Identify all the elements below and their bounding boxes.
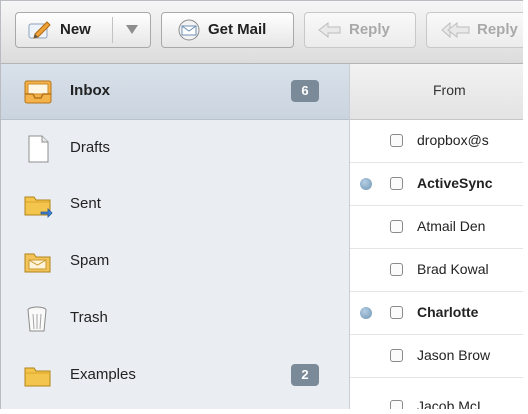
new-button[interactable]: New [15,12,151,48]
row-checkbox[interactable] [390,220,403,233]
dropdown-arrow-icon[interactable] [126,25,138,34]
row-checkbox[interactable] [390,306,403,319]
table-row[interactable]: ActiveSync [350,163,523,206]
document-icon [28,135,49,163]
folder-sidebar: Inbox 6 Drafts Sent Spam Trash Examples … [1,64,350,409]
reply-button[interactable]: Reply [304,12,416,48]
row-checkbox[interactable] [390,177,403,190]
table-row[interactable]: Brad Kowal [350,249,523,292]
sender-name: Brad Kowal [417,261,489,277]
sender-name: Atmail Den [417,218,486,234]
get-mail-label: Get Mail [208,21,267,38]
table-row[interactable]: Atmail Den [350,206,523,249]
folder-icon [24,367,51,387]
sidebar-item-label: Examples [70,366,136,383]
new-button-divider [112,17,113,43]
table-row[interactable]: Jacob McI [350,378,523,409]
inbox-icon [24,80,52,104]
unread-count-badge: 6 [291,80,319,102]
sidebar-item-label: Drafts [70,139,111,156]
unread-dot-icon [360,307,372,319]
sender-name: dropbox@s [417,132,489,148]
sidebar-item-label: Inbox [70,82,110,99]
sidebar-item-spam[interactable]: Spam [1,234,349,290]
column-header-label: From [433,82,466,98]
unread-dot-icon [360,178,372,190]
sender-name: ActiveSync [417,175,493,191]
reply-label: Reply [349,21,390,38]
sidebar-item-examples[interactable]: Examples 2 [1,348,349,404]
message-list: From dropbox@s ActiveSync Atmail Den Bra… [350,64,523,409]
spam-folder-icon [24,253,51,273]
new-button-label: New [60,21,91,38]
sidebar-item-trash[interactable]: Trash [1,291,349,347]
reply-arrow-icon [318,21,341,39]
compose-pencil-icon [28,21,51,39]
reply-all-button[interactable]: Reply [426,12,523,48]
mail-client-window: New Get Mail Reply Reply Inbox 6 Drafts … [0,0,523,409]
unread-count-badge: 2 [291,364,319,386]
reply-all-arrow-icon [441,21,470,39]
row-checkbox[interactable] [390,400,403,409]
sender-name: Charlotte [417,304,479,320]
sender-name: Jason Brow [417,347,491,363]
get-mail-icon [178,19,200,41]
sidebar-item-label: Trash [70,309,108,326]
reply-all-label: Reply [477,21,518,38]
toolbar: New Get Mail Reply Reply [1,1,523,64]
get-mail-button[interactable]: Get Mail [161,12,294,48]
table-row[interactable]: Jason Brow [350,335,523,378]
sidebar-item-label: Spam [70,252,110,269]
table-row[interactable]: Charlotte [350,292,523,335]
sidebar-item-label: Sent [70,195,101,212]
table-row[interactable]: dropbox@s [350,120,523,163]
trash-can-icon [27,306,47,332]
sidebar-item-sent[interactable]: Sent [1,177,349,233]
row-checkbox[interactable] [390,263,403,276]
sent-folder-icon [24,196,53,218]
row-checkbox[interactable] [390,134,403,147]
sidebar-item-inbox[interactable]: Inbox 6 [1,64,349,120]
row-checkbox[interactable] [390,349,403,362]
column-header-from[interactable]: From [350,64,523,120]
sender-name: Jacob McI [417,398,481,409]
sidebar-item-drafts[interactable]: Drafts [1,121,349,177]
